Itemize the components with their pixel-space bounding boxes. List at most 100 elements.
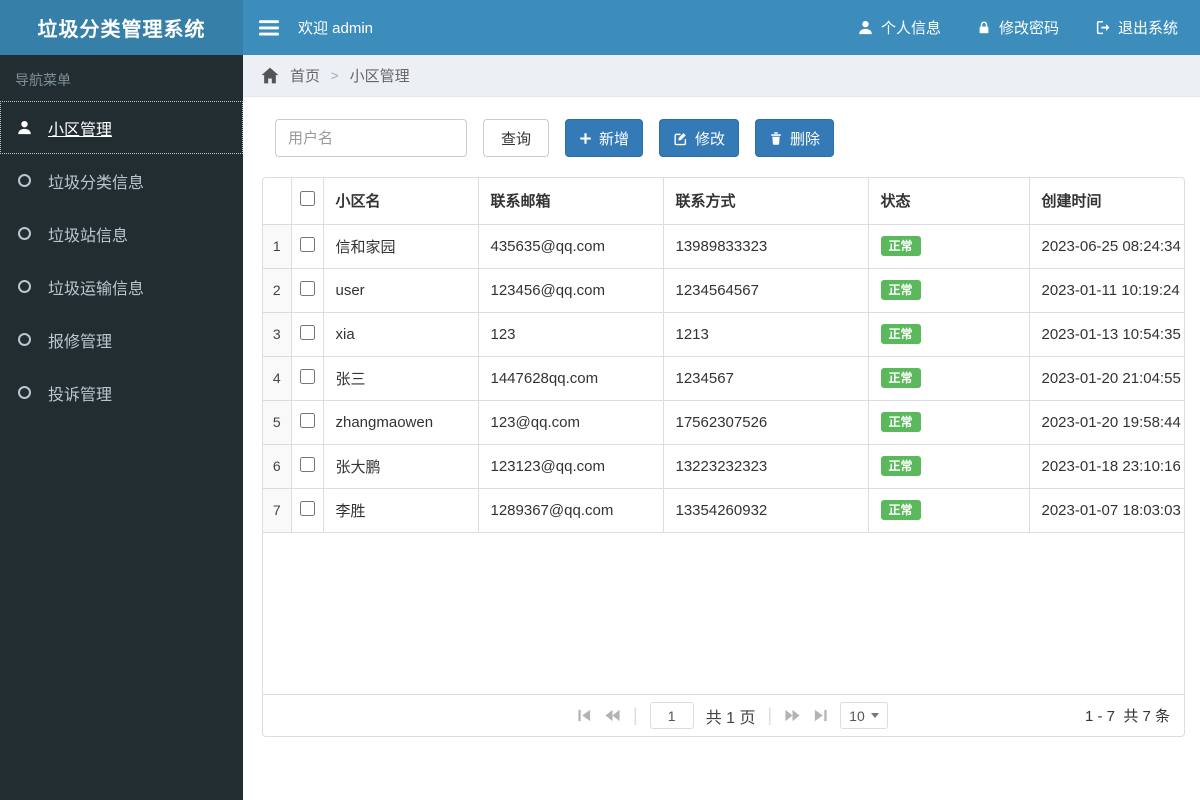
cell-email: 1289367@qq.com — [477, 488, 663, 533]
cell-created-time: 2023-01-20 19:58:44 — [1028, 400, 1184, 445]
breadcrumb-separator: > — [331, 68, 339, 83]
lock-icon — [977, 20, 991, 35]
row-checkbox[interactable] — [299, 456, 315, 472]
page-size-select[interactable]: 10 — [840, 702, 888, 729]
page-size-value: 10 — [849, 707, 865, 724]
row-checkbox[interactable] — [299, 412, 315, 428]
page-number-input[interactable] — [649, 702, 694, 729]
table-row: 7 李胜 1289367@qq.com 13354260932 正常 2023-01-07… — [263, 488, 1184, 533]
sidebar-item-label: 投诉管理 — [48, 386, 113, 404]
cell-created-time: 2023-01-20 21:04:55 — [1028, 356, 1184, 401]
cell-community-name: user — [322, 268, 478, 313]
row-checkbox-cell — [290, 400, 323, 445]
delete-button[interactable]: 删除 — [755, 119, 835, 157]
toolbar: 查询 新增 修改 删除 — [243, 97, 1200, 157]
edit-button-label: 修改 — [695, 130, 726, 148]
select-all-cell — [290, 178, 323, 225]
sidebar-section-label: 导航菜单 — [15, 72, 71, 88]
topbar-item[interactable]: 个人信息 — [858, 17, 941, 38]
table-row: 4 张三 1447628qq.com 1234567 正常 2023-01-20 21:0… — [263, 356, 1184, 401]
row-checkbox[interactable] — [299, 324, 315, 340]
status-badge: 正常 — [880, 412, 921, 432]
row-checkbox[interactable] — [299, 280, 315, 296]
sidebar-item[interactable]: 投诉管理 — [0, 366, 243, 419]
sidebar-item-label: 小区管理 — [48, 121, 113, 139]
prev-page-button[interactable] — [604, 708, 621, 723]
circle-icon — [15, 227, 33, 240]
cell-created-time: 2023-01-18 23:10:16 — [1028, 444, 1184, 489]
table-row: 6 张大鹏 123123@qq.com 13223232323 正常 2023-01-18… — [263, 444, 1184, 489]
topbar-item[interactable]: 退出系统 — [1095, 17, 1178, 38]
data-table: 小区名 联系邮箱 联系方式 状态 创建时间 1 信和家园 435635@qq.com 1398… — [263, 178, 1184, 533]
cell-community-name: xia — [322, 312, 478, 357]
sidebar-item-label: 垃圾站信息 — [48, 227, 129, 245]
index-column-header — [263, 178, 291, 225]
sidebar-item[interactable]: 垃圾运输信息 — [0, 260, 243, 313]
topbar-item-label: 个人信息 — [880, 20, 941, 37]
row-checkbox-cell — [290, 444, 323, 489]
pagination-bar: | 共 1 页 | 10 — [263, 694, 1184, 736]
topbar-item[interactable]: 修改密码 — [977, 17, 1059, 38]
hamburger-icon[interactable] — [243, 0, 298, 55]
circle-icon — [15, 174, 33, 187]
cell-status: 正常 — [867, 312, 1029, 357]
row-checkbox[interactable] — [299, 368, 315, 384]
row-index: 1 — [263, 224, 291, 269]
sidebar-item[interactable]: 垃圾站信息 — [0, 207, 243, 260]
edit-icon — [673, 131, 688, 146]
cell-status: 正常 — [867, 444, 1029, 489]
breadcrumb-home[interactable]: 首页 — [290, 65, 320, 86]
trash-icon — [769, 131, 783, 146]
cell-community-name: zhangmaowen — [322, 400, 478, 445]
add-button-label: 新增 — [599, 130, 630, 148]
cell-created-time: 2023-01-13 10:54:35 — [1028, 312, 1184, 357]
record-range-summary: 1 - 7 共 7 条 — [1084, 708, 1170, 725]
cell-community-name: 信和家园 — [322, 224, 478, 269]
table-header-row: 小区名 联系邮箱 联系方式 状态 创建时间 — [263, 178, 1184, 225]
sign-out-icon — [1095, 20, 1110, 35]
sidebar-item[interactable]: 垃圾分类信息 — [0, 154, 243, 207]
cell-email: 123456@qq.com — [477, 268, 663, 313]
cell-email: 123@qq.com — [477, 400, 663, 445]
row-checkbox[interactable] — [299, 236, 315, 252]
content-area: 首页 > 小区管理 查询 新增 — [243, 55, 1200, 800]
plus-icon — [579, 132, 592, 145]
table-row: 5 zhangmaowen 123@qq.com 17562307526 正常 2023-… — [263, 400, 1184, 445]
cell-phone: 1234567 — [662, 356, 868, 401]
cell-status: 正常 — [867, 400, 1029, 445]
row-checkbox-cell — [290, 224, 323, 269]
table-row: 2 user 123456@qq.com 1234564567 正常 2023-01-11… — [263, 268, 1184, 313]
search-input[interactable] — [275, 119, 467, 157]
status-badge: 正常 — [880, 456, 921, 476]
next-page-button[interactable] — [784, 708, 801, 723]
row-index: 5 — [263, 400, 291, 445]
cell-status: 正常 — [867, 268, 1029, 313]
row-checkbox[interactable] — [299, 500, 315, 516]
sidebar-item[interactable]: 报修管理 — [0, 313, 243, 366]
topbar-item-label: 退出系统 — [1117, 20, 1178, 37]
welcome-text: 欢迎 admin — [298, 20, 374, 37]
cell-email: 123123@qq.com — [477, 444, 663, 489]
breadcrumb: 首页 > 小区管理 — [243, 55, 1200, 97]
circle-icon — [15, 280, 33, 293]
row-index: 6 — [263, 444, 291, 489]
status-badge: 正常 — [880, 280, 921, 300]
cell-created-time: 2023-01-11 10:19:24 — [1028, 268, 1184, 313]
topbar-item-label: 修改密码 — [998, 20, 1059, 37]
pagination-divider: | — [767, 705, 773, 725]
add-button[interactable]: 新增 — [565, 119, 644, 157]
first-page-button[interactable] — [577, 708, 592, 723]
sidebar-item-label: 垃圾运输信息 — [48, 280, 145, 298]
query-button[interactable]: 查询 — [483, 119, 550, 157]
row-checkbox-cell — [290, 312, 323, 357]
select-all-checkbox[interactable] — [299, 191, 315, 207]
cell-phone: 17562307526 — [662, 400, 868, 445]
table-row: 1 信和家园 435635@qq.com 13989833323 正常 2023-06-2… — [263, 224, 1184, 269]
data-table-panel: 小区名 联系邮箱 联系方式 状态 创建时间 1 信和家园 435635@qq.com 1398… — [262, 177, 1185, 737]
sidebar-item[interactable]: 小区管理 — [0, 101, 243, 154]
edit-button[interactable]: 修改 — [659, 119, 740, 157]
last-page-button[interactable] — [813, 708, 828, 723]
row-checkbox-cell — [290, 268, 323, 313]
circle-icon — [15, 386, 33, 399]
cell-community-name: 张三 — [322, 356, 478, 401]
